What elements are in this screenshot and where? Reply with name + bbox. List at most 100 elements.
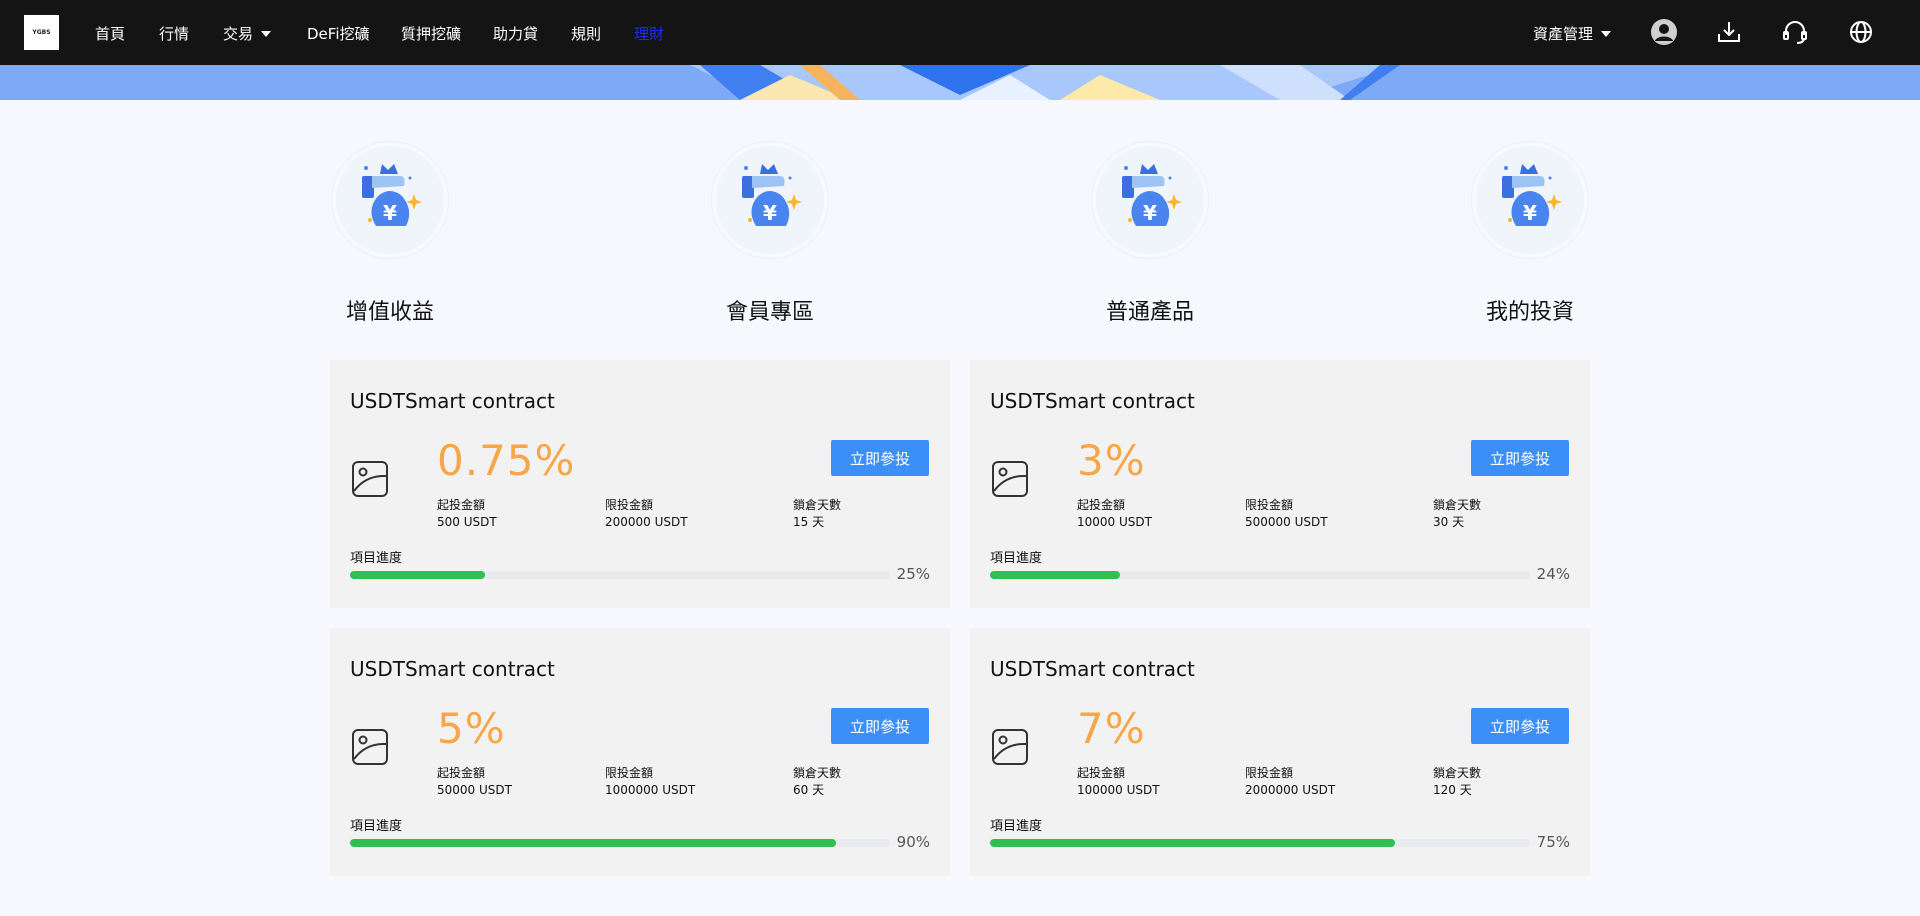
nav-defi-mining[interactable]: DeFi挖礦 — [307, 23, 369, 44]
money-bag-icon: ¥ — [712, 142, 828, 258]
lock-days-label: 鎖倉天數 — [1433, 498, 1482, 512]
progress-percent: 25% — [896, 565, 930, 583]
min-invest-value: 500 USDT — [437, 515, 497, 529]
chevron-down-icon — [1601, 30, 1612, 37]
nav-finance[interactable]: 理財 — [634, 23, 664, 44]
min-invest-stat: 起投金額 10000 USDT — [1077, 497, 1152, 531]
asset-management-menu[interactable]: 資產管理 — [1533, 23, 1612, 44]
min-invest-label: 起投金額 — [1077, 498, 1126, 512]
max-invest-label: 限投金額 — [605, 766, 654, 780]
lock-days-stat: 鎖倉天數 15 天 — [793, 497, 841, 531]
progress-track — [990, 571, 1530, 579]
category-label: 會員專區 — [725, 300, 814, 325]
min-invest-value: 50000 USDT — [437, 783, 512, 797]
progress-label: 項目進度 — [350, 551, 403, 566]
nav-market[interactable]: 行情 — [159, 23, 189, 44]
annual-rate: 0.75% — [437, 436, 576, 485]
min-invest-stat: 起投金額 50000 USDT — [437, 765, 512, 799]
min-invest-label: 起投金額 — [1077, 766, 1126, 780]
lock-days-value: 120 天 — [1433, 783, 1472, 797]
min-invest-value: 10000 USDT — [1077, 515, 1152, 529]
hero-banner — [0, 65, 1920, 100]
image-placeholder-icon — [350, 459, 390, 499]
max-invest-stat: 限投金額 500000 USDT — [1245, 497, 1328, 531]
min-invest-label: 起投金額 — [437, 766, 486, 780]
category-label: 增值收益 — [345, 300, 434, 325]
product-title: USDTSmart contract — [990, 657, 1195, 681]
category-value-added[interactable]: ¥ 增值收益 — [330, 142, 450, 326]
lock-days-stat: 鎖倉天數 60 天 — [793, 765, 841, 799]
progress-fill — [990, 571, 1120, 579]
nav-rules[interactable]: 規則 — [571, 23, 601, 44]
lock-days-label: 鎖倉天數 — [1433, 766, 1482, 780]
max-invest-stat: 限投金額 2000000 USDT — [1245, 765, 1335, 799]
progress-percent: 24% — [1536, 565, 1570, 583]
min-invest-value: 100000 USDT — [1077, 783, 1160, 797]
annual-rate: 3% — [1077, 436, 1146, 485]
lock-days-value: 30 天 — [1433, 515, 1465, 529]
invest-now-button[interactable]: 立即參投 — [1471, 440, 1569, 476]
invest-now-button[interactable]: 立即參投 — [831, 440, 929, 476]
lock-days-label: 鎖倉天數 — [793, 766, 842, 780]
svg-text:¥: ¥ — [1523, 201, 1537, 225]
money-bag-icon: ¥ — [1472, 142, 1588, 258]
max-invest-label: 限投金額 — [1245, 766, 1294, 780]
progress-fill — [350, 571, 485, 579]
progress-label: 項目進度 — [990, 551, 1043, 566]
max-invest-label: 限投金額 — [605, 498, 654, 512]
chevron-down-icon — [261, 30, 272, 37]
image-placeholder-icon — [990, 459, 1030, 499]
max-invest-label: 限投金額 — [1245, 498, 1294, 512]
product-card: USDTSmart contract 0.75% 立即參投 起投金額 500 US… — [330, 360, 950, 608]
image-placeholder-icon — [990, 727, 1030, 767]
progress-percent: 90% — [896, 833, 930, 851]
lock-days-stat: 鎖倉天數 120 天 — [1433, 765, 1481, 799]
max-invest-value: 2000000 USDT — [1245, 783, 1336, 797]
product-title: USDTSmart contract — [990, 389, 1195, 413]
svg-text:¥: ¥ — [383, 201, 397, 225]
max-invest-stat: 限投金額 1000000 USDT — [605, 765, 695, 799]
min-invest-stat: 起投金額 500 USDT — [437, 497, 497, 531]
progress-track — [990, 839, 1530, 847]
annual-rate: 5% — [437, 704, 506, 753]
product-title: USDTSmart contract — [350, 657, 555, 681]
max-invest-value: 500000 USDT — [1245, 515, 1328, 529]
progress-percent: 75% — [1536, 833, 1570, 851]
invest-now-button[interactable]: 立即參投 — [1471, 708, 1569, 744]
lock-days-value: 60 天 — [793, 783, 825, 797]
nav-home[interactable]: 首頁 — [95, 23, 125, 44]
download-icon[interactable] — [1714, 17, 1744, 47]
svg-text:¥: ¥ — [763, 201, 777, 225]
product-card: USDTSmart contract 5% 立即參投 起投金額 50000 USD… — [330, 628, 950, 876]
product-card: USDTSmart contract 7% 立即參投 起投金額 100000 US… — [970, 628, 1590, 876]
user-icon[interactable] — [1649, 17, 1679, 47]
svg-text:¥: ¥ — [1143, 201, 1157, 225]
max-invest-value: 200000 USDT — [605, 515, 688, 529]
category-member-zone[interactable]: ¥ 會員專區 — [710, 142, 830, 326]
invest-now-button[interactable]: 立即參投 — [831, 708, 929, 744]
nav-trade-label: 交易 — [223, 25, 254, 43]
progress-fill — [350, 839, 836, 847]
asset-management-label: 資產管理 — [1533, 25, 1594, 43]
progress-label: 項目進度 — [350, 819, 403, 834]
headset-icon[interactable] — [1780, 17, 1810, 47]
category-my-investments[interactable]: ¥ 我的投資 — [1470, 142, 1590, 326]
max-invest-value: 1000000 USDT — [605, 783, 696, 797]
category-standard-products[interactable]: ¥ 普通產品 — [1090, 142, 1210, 326]
site-logo[interactable]: YGBS — [24, 15, 59, 50]
top-navbar: YGBS 首頁 行情 交易 DeFi挖礦 質押挖礦 助力貸 規則 理財 資產管理 — [0, 0, 1920, 65]
nav-loan[interactable]: 助力貸 — [493, 23, 538, 44]
money-bag-icon: ¥ — [1092, 142, 1208, 258]
progress-track — [350, 571, 890, 579]
globe-icon[interactable] — [1846, 17, 1876, 47]
product-title: USDTSmart contract — [350, 389, 555, 413]
nav-trade[interactable]: 交易 — [223, 23, 272, 44]
nav-staking-mining[interactable]: 質押挖礦 — [401, 23, 461, 44]
category-label: 普通產品 — [1105, 300, 1194, 325]
annual-rate: 7% — [1077, 704, 1146, 753]
min-invest-stat: 起投金額 100000 USDT — [1077, 765, 1160, 799]
progress-track — [350, 839, 890, 847]
image-placeholder-icon — [350, 727, 390, 767]
max-invest-stat: 限投金額 200000 USDT — [605, 497, 688, 531]
min-invest-label: 起投金額 — [437, 498, 486, 512]
